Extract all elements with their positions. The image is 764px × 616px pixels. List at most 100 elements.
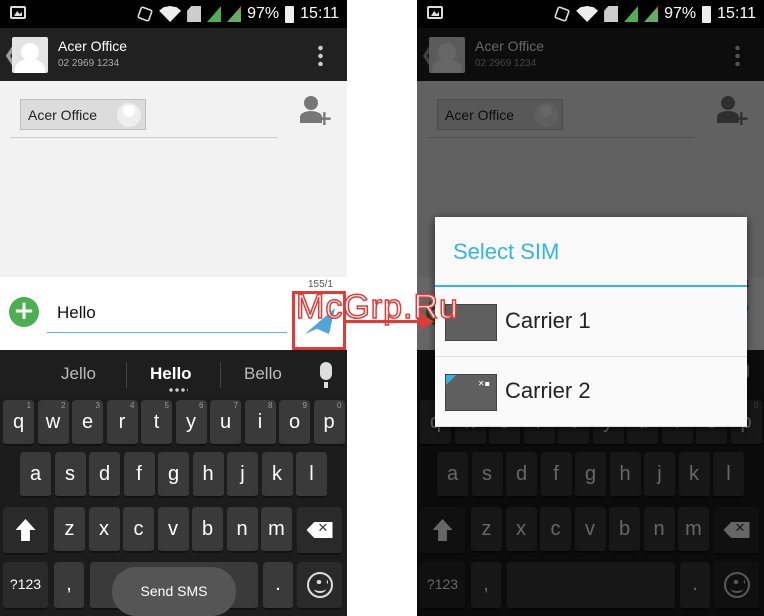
sim-option-label: Carrier 1 (505, 308, 591, 333)
key-m[interactable]: m (261, 507, 292, 553)
key-label: z (64, 518, 75, 540)
wifi-icon (576, 6, 599, 22)
key-a[interactable]: a (20, 452, 51, 498)
key-r[interactable]: 4r (106, 400, 138, 446)
suggestion-divider (126, 362, 127, 388)
key-i[interactable]: 8i (244, 400, 276, 446)
attach-plus-icon[interactable]: + (9, 297, 39, 327)
emoji-icon (306, 572, 333, 598)
recipient-chip[interactable]: Acer Office (20, 99, 146, 130)
key-label: a (29, 463, 42, 485)
comma-key-label: , (66, 573, 72, 595)
key-x[interactable]: x (88, 507, 120, 553)
key-n[interactable]: n (226, 507, 258, 553)
add-contact-icon[interactable]: + (300, 96, 333, 130)
battery-icon (285, 5, 295, 23)
key-c[interactable]: c (123, 507, 154, 553)
sim-option-2[interactable]: Carrier 2 (435, 358, 747, 427)
key-hint: 8 (268, 401, 273, 410)
compose-bar: 155/1 + (0, 277, 347, 350)
key-hint: 0 (337, 401, 342, 410)
key-g[interactable]: g (158, 452, 189, 498)
battery-percent: 97% (664, 5, 697, 22)
phone-screen-select-sim: ✕ 97% 15:11 ❮ Acer Office 02 2969 1234 A… (417, 0, 764, 616)
key-hint: 7 (233, 401, 238, 410)
sim-icon (604, 6, 619, 22)
more-suggestions-icon (168, 388, 188, 392)
phone-screen-compose: ✕ 97% 15:11 ❮ Acer Office 02 2969 1234 A… (0, 0, 347, 616)
key-o[interactable]: 9o (279, 400, 310, 446)
signal-no-service-icon: ✕ (644, 6, 659, 22)
battery-percent: 97% (247, 5, 280, 22)
key-label: f (136, 463, 142, 485)
signal-icon (624, 6, 639, 22)
key-label: b (201, 518, 214, 540)
key-s[interactable]: s (54, 452, 86, 498)
key-w[interactable]: 2w (37, 400, 69, 446)
key-hint: 5 (164, 401, 169, 410)
suggestion-item[interactable]: Bello (244, 364, 282, 384)
microphone-icon[interactable] (320, 362, 332, 388)
key-label: g (167, 463, 180, 485)
comma-key[interactable]: , (54, 562, 84, 610)
suggestion-divider (220, 362, 221, 388)
key-h[interactable]: h (192, 452, 224, 498)
status-icons: ✕ 97% 15:11 (553, 3, 756, 25)
backspace-key[interactable] (297, 507, 342, 555)
annotation-arrow (346, 320, 424, 323)
send-sms-button[interactable]: Send SMS (112, 567, 236, 616)
dialog-title-divider (435, 285, 747, 287)
status-bar: ✕ 97% 15:11 (417, 0, 764, 28)
emoji-key[interactable] (297, 562, 342, 610)
key-b[interactable]: b (192, 507, 223, 553)
key-l[interactable]: l (296, 452, 327, 498)
conversation-area: Acer Office + (0, 81, 347, 277)
gallery-notification-icon (427, 6, 443, 19)
key-hint: 6 (199, 401, 204, 410)
key-k[interactable]: k (261, 452, 293, 498)
select-sim-dialog: Select SIM Carrier 1 Carrier 2 (435, 217, 747, 427)
key-q[interactable]: 1q (3, 400, 34, 446)
shift-icon (15, 519, 36, 541)
key-j[interactable]: j (227, 452, 258, 498)
key-u[interactable]: 7u (210, 400, 241, 446)
overflow-menu-icon[interactable] (318, 44, 323, 66)
wifi-icon (159, 6, 182, 22)
sim-option-label: Carrier 2 (505, 378, 591, 403)
status-icons: ✕ 97% 15:11 (136, 3, 339, 25)
suggestion-strip: Jello Hello Bello (0, 350, 347, 398)
suggestion-item-primary[interactable]: Hello (150, 364, 192, 384)
key-y[interactable]: 6y (175, 400, 207, 446)
message-input[interactable] (47, 293, 287, 333)
key-z[interactable]: z (54, 507, 85, 553)
key-d[interactable]: d (89, 452, 120, 498)
recipient-avatar-icon (117, 103, 141, 127)
symbols-key-label: ?123 (9, 576, 42, 592)
shift-key[interactable] (3, 507, 48, 555)
key-v[interactable]: v (157, 507, 189, 553)
key-label: x (99, 518, 109, 540)
clock: 15:11 (717, 5, 756, 22)
key-label: v (168, 518, 178, 540)
key-t[interactable]: 5t (141, 400, 172, 446)
key-hint: 2 (61, 401, 66, 410)
period-key-label: . (275, 573, 281, 595)
sim-card-icon (445, 374, 497, 411)
key-hint: 4 (130, 401, 135, 410)
action-bar: ❮ Acer Office 02 2969 1234 (0, 28, 347, 81)
signal-no-service-icon: ✕ (227, 6, 242, 22)
period-key[interactable]: . (263, 562, 293, 610)
suggestion-item[interactable]: Jello (61, 364, 96, 384)
key-e[interactable]: 3e (72, 400, 103, 446)
clock: 15:11 (300, 5, 339, 22)
sim-option-1[interactable]: Carrier 1 (435, 288, 747, 357)
contact-avatar[interactable] (12, 37, 48, 73)
key-f[interactable]: f (123, 452, 155, 498)
signal-icon (207, 6, 222, 22)
recipient-chip-label: Acer Office (28, 107, 97, 123)
symbols-key[interactable]: ?123 (3, 562, 48, 610)
key-label: n (236, 518, 248, 540)
key-p[interactable]: 0p (313, 400, 345, 446)
recipient-field[interactable]: Acer Office (10, 96, 278, 138)
status-bar: ✕ 97% 15:11 (0, 0, 347, 28)
